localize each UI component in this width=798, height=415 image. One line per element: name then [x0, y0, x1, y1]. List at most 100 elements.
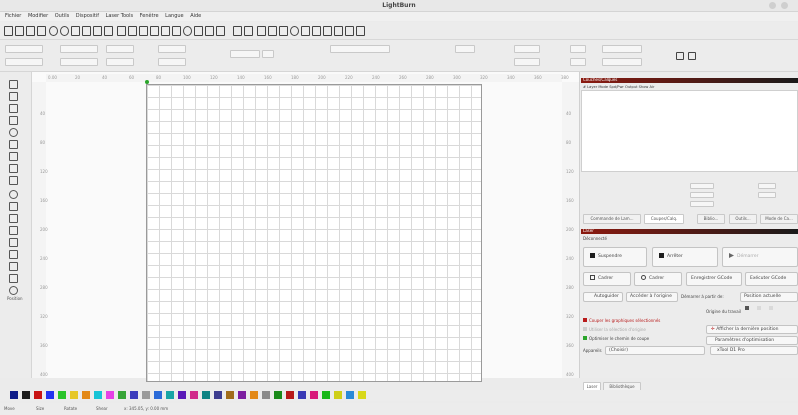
cut-param-1[interactable]: [690, 183, 714, 189]
color-swatch[interactable]: [82, 391, 90, 399]
scale-h-field[interactable]: [158, 58, 186, 66]
distribute-icon[interactable]: [301, 26, 310, 36]
menu-language[interactable]: Langue: [165, 13, 183, 19]
color-swatch[interactable]: [286, 391, 294, 399]
height-field[interactable]: [60, 58, 98, 66]
color-swatch[interactable]: [154, 391, 162, 399]
rotate-icon[interactable]: [9, 226, 18, 235]
tab-library[interactable]: Biblio...: [697, 214, 725, 224]
monitor-icon[interactable]: [194, 26, 203, 36]
mirror-v-icon[interactable]: [9, 214, 18, 223]
go-to-origin-button[interactable]: Accéder à l'origine: [626, 292, 678, 302]
menu-tools[interactable]: Outils: [55, 13, 69, 19]
line-tool-icon[interactable]: [9, 104, 18, 113]
cut-param-4[interactable]: [758, 192, 776, 198]
triangle-icon[interactable]: [268, 26, 277, 36]
menu-laser-tools[interactable]: Laser Tools: [106, 13, 134, 19]
color-swatch[interactable]: [190, 391, 198, 399]
start-button[interactable]: Démarrer: [722, 247, 798, 267]
width-unit-field[interactable]: [106, 45, 134, 53]
cut-selected-checkbox[interactable]: Couper les graphiques sélectionnés: [583, 318, 660, 323]
color-swatch[interactable]: [322, 391, 330, 399]
offset-icon[interactable]: [9, 190, 18, 199]
lock-icon[interactable]: [688, 52, 696, 60]
close-button[interactable]: [781, 2, 788, 9]
use-selection-origin-checkbox[interactable]: Utiliser la sélection d'origine: [583, 327, 646, 332]
offset-select[interactable]: [602, 58, 642, 66]
color-swatch[interactable]: [118, 391, 126, 399]
ellipse-tool-icon[interactable]: [9, 128, 18, 137]
rectangle-tool-icon[interactable]: [9, 116, 18, 125]
color-swatch[interactable]: [70, 391, 78, 399]
color-swatch[interactable]: [94, 391, 102, 399]
frame-button[interactable]: Cadrer: [583, 272, 631, 286]
grid-array-icon[interactable]: [9, 250, 18, 259]
cut-param-2[interactable]: [758, 183, 776, 189]
menu-window[interactable]: Fenêtre: [140, 13, 159, 19]
device-choose-select[interactable]: (Choisir): [605, 346, 705, 355]
height-text-field[interactable]: [455, 45, 475, 53]
search-icon[interactable]: [49, 26, 58, 36]
node-edit-icon[interactable]: [128, 26, 137, 36]
copy-icon[interactable]: [82, 26, 91, 36]
crosshair-icon[interactable]: [345, 26, 354, 36]
show-last-position-button[interactable]: ✛ Afficher la dernière position: [706, 325, 798, 334]
polygon-tool-icon[interactable]: [9, 140, 18, 149]
circular-array-icon[interactable]: [9, 262, 18, 271]
start-from-select[interactable]: Position actuelle: [740, 292, 798, 302]
y-pos-field[interactable]: [5, 58, 43, 66]
save-all-icon[interactable]: [233, 26, 242, 36]
vspace-field[interactable]: [514, 58, 540, 66]
delete-icon[interactable]: [104, 26, 113, 36]
color-swatch[interactable]: [34, 391, 42, 399]
origin-top-right[interactable]: [769, 306, 773, 310]
paste-icon[interactable]: [93, 26, 102, 36]
align-x-select[interactable]: [570, 45, 586, 53]
measure-icon[interactable]: [9, 176, 18, 185]
align-select[interactable]: [602, 45, 642, 53]
save-as-icon[interactable]: [37, 26, 46, 36]
device-select[interactable]: xTool D1 Pro: [710, 346, 798, 355]
align-y-select[interactable]: [570, 58, 586, 66]
arrow-icon[interactable]: [117, 26, 126, 36]
camera-icon[interactable]: [205, 26, 214, 36]
menu-help[interactable]: Aide: [190, 13, 201, 19]
color-swatch[interactable]: [226, 391, 234, 399]
group-icon[interactable]: [161, 26, 170, 36]
ungroup-icon[interactable]: [172, 26, 181, 36]
status-size[interactable]: Size: [36, 406, 44, 411]
height-unit-field[interactable]: [106, 58, 134, 66]
link-icon[interactable]: [676, 52, 684, 60]
rotate-field[interactable]: [230, 50, 260, 58]
save-gcode-button[interactable]: Enregistrer GCode: [686, 272, 742, 286]
tab-cuts-layers[interactable]: Coupes/Calq.: [644, 214, 684, 224]
status-shear[interactable]: Shear: [96, 406, 108, 411]
new-file-icon[interactable]: [4, 26, 13, 36]
align-center-icon[interactable]: [312, 26, 321, 36]
mirror-h-icon[interactable]: [9, 202, 18, 211]
weld-icon[interactable]: [139, 26, 148, 36]
color-swatch[interactable]: [22, 391, 30, 399]
origin-top-left[interactable]: [745, 306, 749, 310]
download-icon[interactable]: [244, 26, 253, 36]
stop-button[interactable]: Arrêter: [652, 247, 718, 267]
align-tool-icon[interactable]: [9, 274, 18, 283]
menu-edit[interactable]: Modifier: [28, 13, 48, 19]
color-swatch[interactable]: [262, 391, 270, 399]
tab-cut-mode[interactable]: Mode de Ca...: [760, 214, 798, 224]
move-icon[interactable]: [71, 26, 80, 36]
width-field[interactable]: [60, 45, 98, 53]
hspace-field[interactable]: [514, 45, 540, 53]
settings-icon[interactable]: [183, 26, 192, 36]
open-file-icon[interactable]: [15, 26, 24, 36]
mirror-icon[interactable]: [279, 26, 288, 36]
play-icon[interactable]: [257, 26, 266, 36]
grid-layout-icon[interactable]: [334, 26, 343, 36]
position-laser-icon[interactable]: [9, 164, 18, 173]
color-swatch[interactable]: [46, 391, 54, 399]
color-swatch[interactable]: [166, 391, 174, 399]
color-swatch[interactable]: [10, 391, 18, 399]
color-swatch[interactable]: [202, 391, 210, 399]
optimization-settings-button[interactable]: Paramètres d'optimisation: [706, 336, 798, 345]
tab-laser-control[interactable]: Commande de Lam...: [583, 214, 641, 224]
